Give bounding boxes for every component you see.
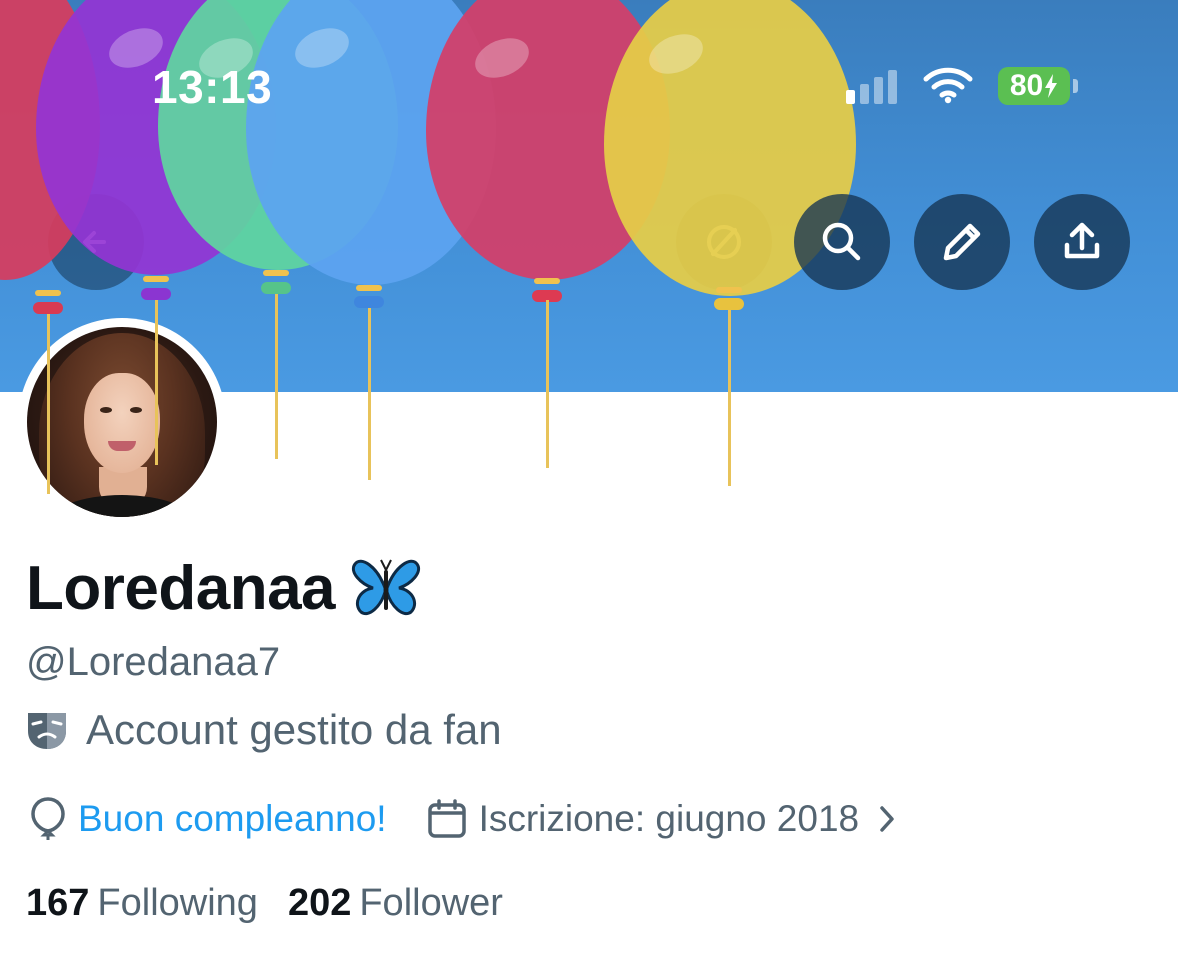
search-icon [822, 222, 861, 261]
birthday-item[interactable]: Buon compleanno! [30, 796, 387, 842]
share-button[interactable] [1034, 194, 1130, 290]
search-button[interactable] [794, 194, 890, 290]
avatar[interactable] [18, 318, 226, 526]
wifi-icon [923, 67, 973, 104]
following-count: 167 [26, 882, 90, 924]
bio-row: Account gestito da fan [26, 706, 502, 754]
balloon-icon [31, 797, 65, 840]
followers-count: 202 [287, 882, 352, 924]
battery-cap [1073, 79, 1078, 93]
joined-date: Iscrizione: giugno 2018 [478, 798, 860, 839]
birthday-link[interactable]: Buon compleanno! [78, 798, 387, 840]
back-button[interactable] [48, 194, 144, 290]
charging-bolt-icon [1045, 74, 1058, 98]
followers-label: Follower [359, 882, 503, 924]
battery-indicator: 80 [998, 67, 1070, 105]
chevron-right-icon [880, 806, 894, 832]
back-arrow-icon [83, 231, 106, 253]
calendar-icon [427, 799, 466, 838]
profile-meta-row: Buon compleanno! Iscrizione: giugno 2018 [30, 796, 897, 842]
profile-handle: @Loredanaa7 [26, 640, 281, 684]
display-name-row: Loredanaa [26, 553, 421, 624]
joined-item[interactable]: Iscrizione: giugno 2018 [427, 798, 898, 840]
follow-stats: 167 Following 202 Follower [26, 882, 503, 925]
butterfly-emoji-icon [352, 559, 420, 615]
no-entry-icon [707, 225, 741, 259]
block-button[interactable] [676, 194, 772, 290]
theater-masks-icon [28, 713, 66, 749]
bio-text: Account gestito da fan [86, 706, 502, 753]
display-name: Loredanaa [26, 554, 336, 623]
battery-level: 80 [1009, 69, 1044, 102]
avatar-photo [27, 327, 217, 517]
pencil-icon [943, 223, 981, 261]
share-icon [1064, 222, 1100, 259]
edit-button[interactable] [914, 194, 1010, 290]
following-stat[interactable]: 167 Following [26, 882, 258, 925]
followers-stat[interactable]: 202 Follower [288, 882, 503, 925]
following-label: Following [97, 882, 258, 924]
status-time: 13:13 [152, 61, 273, 113]
cellular-signal-icon [846, 70, 897, 104]
